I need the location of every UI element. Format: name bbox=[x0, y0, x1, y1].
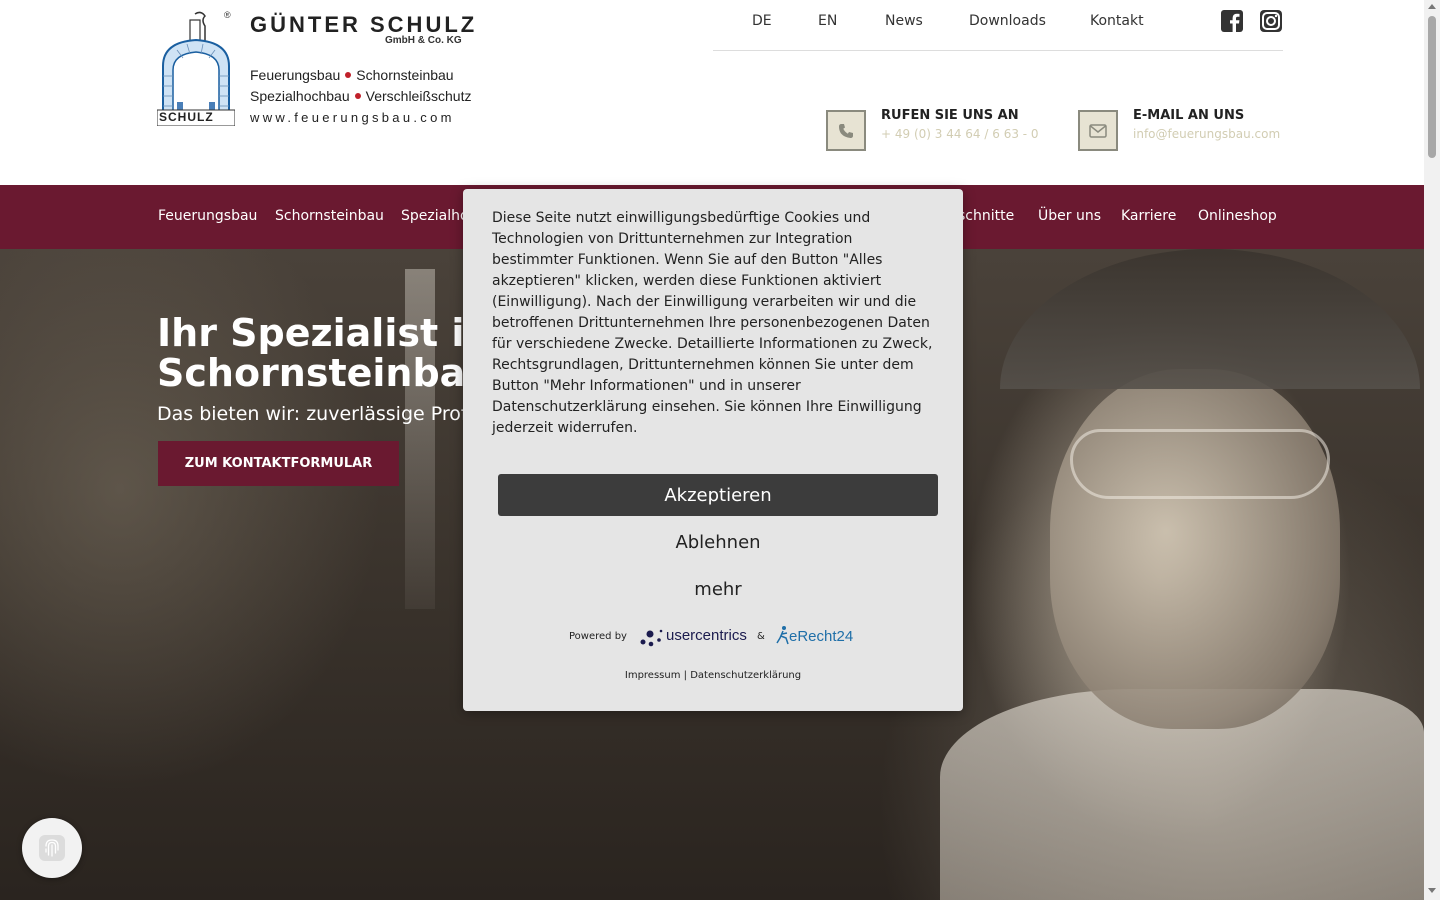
envelope-icon bbox=[1089, 123, 1107, 138]
logo-dot bbox=[354, 93, 361, 100]
nav-onlineshop[interactable]: Onlineshop bbox=[1198, 208, 1277, 224]
registered-mark: ® bbox=[224, 10, 231, 20]
nav-karriere[interactable]: Karriere bbox=[1121, 208, 1176, 224]
nav-spezialhochbau[interactable]: Spezialho bbox=[401, 208, 469, 224]
fingerprint-icon bbox=[39, 835, 65, 861]
hero-title-line-1: Ihr Spezialist im bbox=[157, 311, 504, 355]
ampersand: & bbox=[757, 631, 765, 642]
erecht24-logo[interactable]: eRecht24 bbox=[775, 625, 865, 649]
usercentrics-dots-icon bbox=[640, 629, 663, 647]
logo-url: www.feuerungsbau.com bbox=[250, 110, 455, 125]
contact-form-button[interactable]: ZUM KONTAKTFORMULAR bbox=[158, 441, 399, 486]
logo-tag-text: SCHULZ bbox=[159, 110, 214, 124]
scrollbar-thumb[interactable] bbox=[1428, 16, 1436, 158]
logo-service-schornsteinbau: Schornsteinbau bbox=[356, 67, 454, 83]
powered-by: Powered by usercentrics & eRecht24 bbox=[569, 625, 869, 649]
hero-title: Ihr Spezialist im Schornsteinbau bbox=[157, 313, 504, 393]
datenschutz-link[interactable]: Datenschutzerklärung bbox=[690, 670, 801, 681]
nav-feuerungsbau[interactable]: Feuerungsbau bbox=[158, 208, 257, 224]
phone-icon-box bbox=[826, 110, 866, 151]
hero-worker-helmet bbox=[1000, 249, 1420, 389]
usercentrics-wordmark: usercentrics bbox=[666, 627, 747, 644]
furnace-logo-icon bbox=[157, 11, 235, 126]
logo-service-spezialhochbau: Spezialhochbau bbox=[250, 88, 350, 104]
nav-schnitte[interactable]: schnitte bbox=[958, 208, 1014, 224]
logo-service-feuerungsbau: Feuerungsbau bbox=[250, 67, 341, 83]
scroll-down-arrow-icon[interactable] bbox=[1428, 888, 1436, 893]
phone-icon bbox=[839, 123, 853, 138]
page-scrollbar[interactable] bbox=[1424, 0, 1440, 900]
downloads-link[interactable]: Downloads bbox=[969, 13, 1046, 29]
nav-schornsteinbau[interactable]: Schornsteinbau bbox=[275, 208, 384, 224]
privacy-settings-button[interactable] bbox=[22, 818, 82, 878]
logo-dot bbox=[345, 72, 352, 79]
logo-service-verschleissschutz: Verschleißschutz bbox=[365, 88, 472, 104]
top-navigation: DE EN News Downloads Kontakt bbox=[713, 0, 1283, 51]
consent-footer-links: Impressum | Datenschutzerklärung bbox=[463, 670, 963, 681]
hero-subtitle: Das bieten wir: zuverlässige Profi bbox=[157, 403, 473, 425]
email-address[interactable]: info@feuerungsbau.com bbox=[1133, 127, 1280, 141]
hero-title-line-2: Schornsteinbau bbox=[157, 351, 493, 395]
phone-title: RUFEN SIE UNS AN bbox=[881, 108, 1019, 123]
erecht24-wordmark: eRecht24 bbox=[789, 628, 854, 645]
logo-company-suffix: GmbH & Co. KG bbox=[385, 35, 462, 46]
email-icon-box bbox=[1078, 110, 1118, 151]
consent-text: Diese Seite nutzt einwilligungsbedürftig… bbox=[492, 210, 933, 436]
lang-en-link[interactable]: EN bbox=[818, 13, 837, 29]
email-title: E-MAIL AN UNS bbox=[1133, 108, 1245, 123]
usercentrics-logo[interactable]: usercentrics bbox=[639, 625, 749, 649]
scroll-up-arrow-icon[interactable] bbox=[1428, 4, 1436, 9]
kontakt-link[interactable]: Kontakt bbox=[1090, 13, 1144, 29]
hero-worker-glasses bbox=[1070, 429, 1330, 499]
hero-worker-face bbox=[1050, 369, 1340, 729]
news-link[interactable]: News bbox=[885, 13, 923, 29]
instagram-icon[interactable] bbox=[1260, 10, 1282, 32]
impressum-link[interactable]: Impressum bbox=[625, 670, 681, 681]
nav-ueber-uns[interactable]: Über uns bbox=[1038, 208, 1101, 224]
link-separator: | bbox=[683, 670, 688, 681]
logo-services-line-1: Feuerungsbau Schornsteinbau bbox=[250, 67, 454, 83]
contact-email[interactable]: E-MAIL AN UNS info@feuerungsbau.com bbox=[1078, 108, 1284, 151]
powered-by-label: Powered by bbox=[569, 631, 627, 642]
company-logo[interactable]: ® SCHULZ GÜNTER SCHULZ GmbH & Co. KG Feu… bbox=[157, 8, 487, 128]
site-header: ® SCHULZ GÜNTER SCHULZ GmbH & Co. KG Feu… bbox=[0, 0, 1424, 185]
logo-services-line-2: Spezialhochbau Verschleißschutz bbox=[250, 88, 471, 104]
facebook-icon[interactable] bbox=[1221, 10, 1243, 32]
more-info-button[interactable]: mehr bbox=[498, 568, 938, 610]
accept-button[interactable]: Akzeptieren bbox=[498, 474, 938, 516]
lang-de-link[interactable]: DE bbox=[752, 13, 772, 29]
contact-phone[interactable]: RUFEN SIE UNS AN + 49 (0) 3 44 64 / 6 63… bbox=[826, 108, 1046, 151]
phone-number[interactable]: + 49 (0) 3 44 64 / 6 63 - 0 bbox=[881, 127, 1039, 141]
cookie-consent-dialog: Diese Seite nutzt einwilligungsbedürftig… bbox=[463, 189, 963, 711]
deny-button[interactable]: Ablehnen bbox=[498, 521, 938, 563]
